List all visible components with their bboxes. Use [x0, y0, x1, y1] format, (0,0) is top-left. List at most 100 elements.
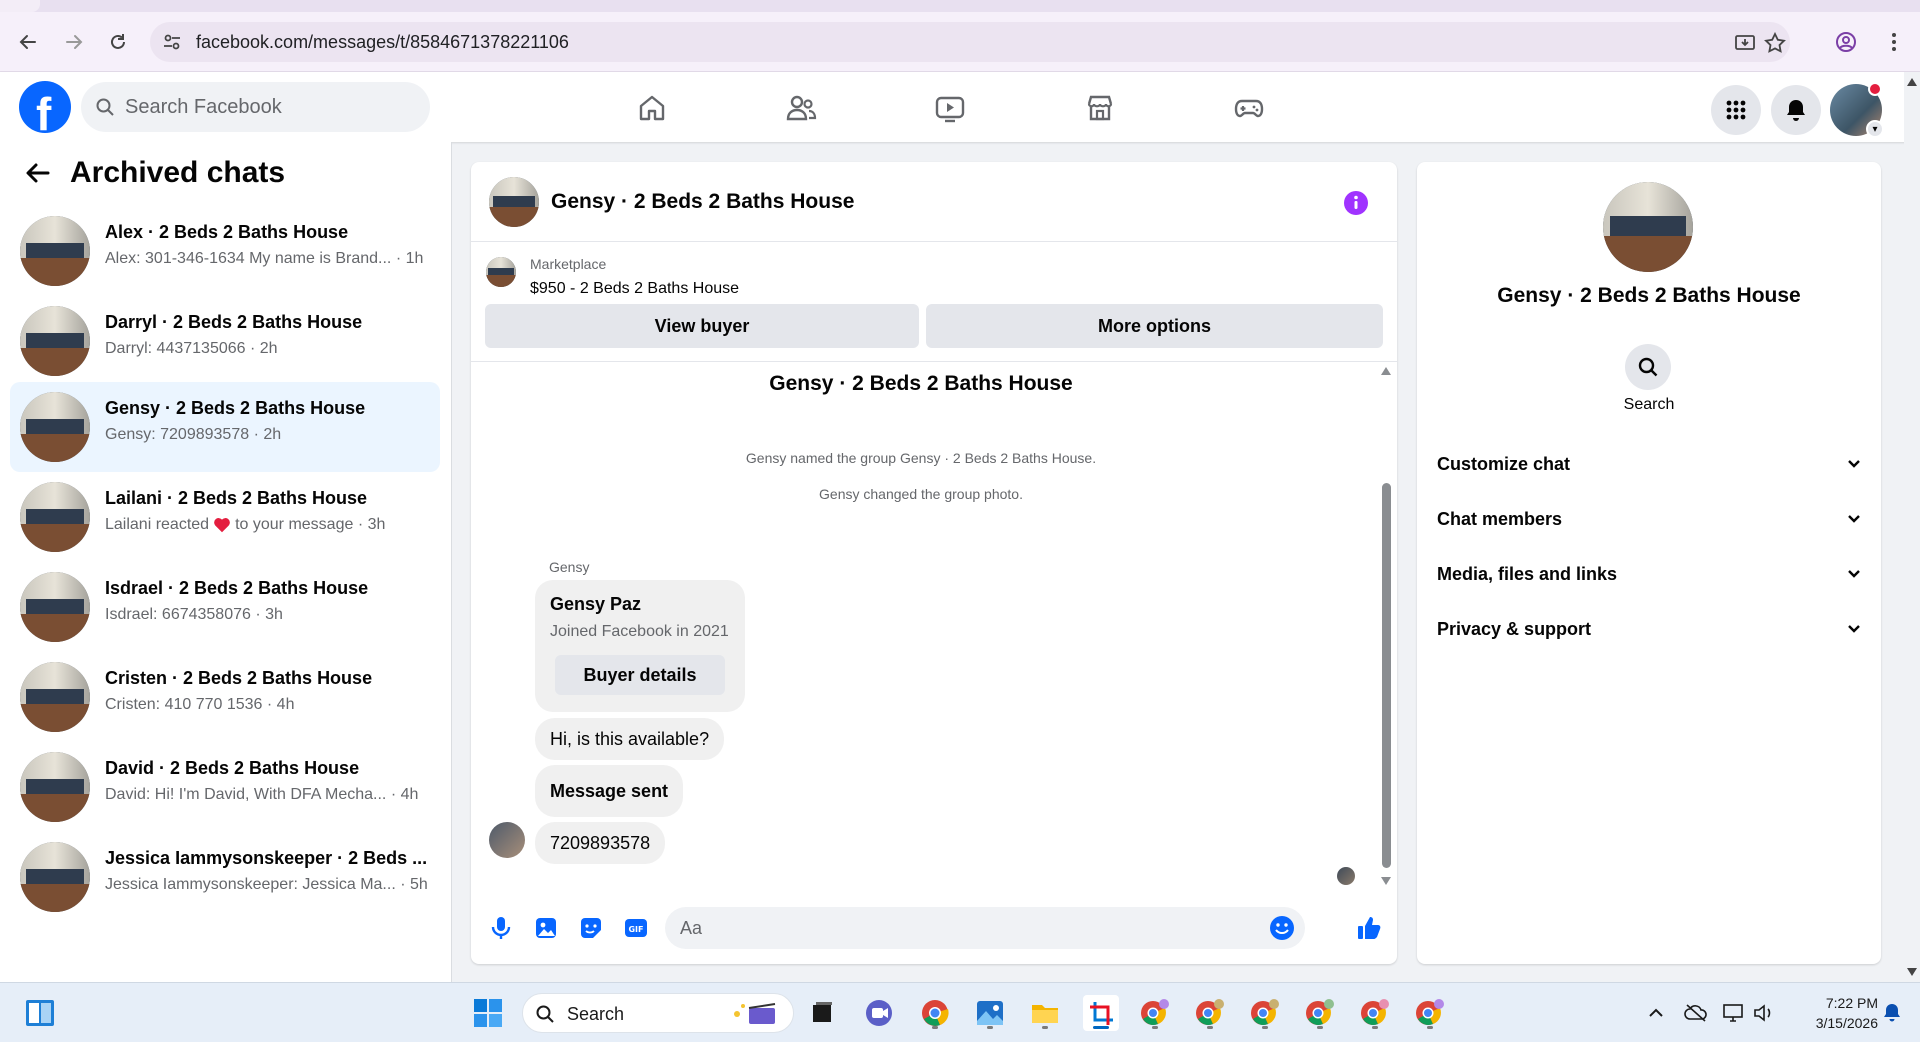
- forward-icon[interactable]: [60, 28, 88, 56]
- chat-name: Darryl · 2 Beds 2 Baths House: [105, 312, 363, 332]
- chat-item-lailani[interactable]: Lailani · 2 Beds 2 Baths House Lailani r…: [10, 472, 440, 562]
- conversation-avatar[interactable]: [489, 177, 539, 227]
- section-label: Customize chat: [1437, 453, 1571, 474]
- message-input[interactable]: Aa: [665, 907, 1305, 949]
- file-explorer-icon[interactable]: [1027, 995, 1063, 1031]
- meet-icon[interactable]: [861, 995, 897, 1031]
- sticker-icon[interactable]: [577, 914, 605, 942]
- chat-item-darryl[interactable]: Darryl · 2 Beds 2 Baths House Darryl: 44…: [10, 296, 440, 386]
- chat-avatar: [20, 662, 90, 732]
- emoji-icon[interactable]: [1269, 915, 1295, 941]
- profile-icon[interactable]: [1832, 28, 1860, 56]
- notification-bell-icon[interactable]: [1880, 1001, 1904, 1025]
- chat-item-david[interactable]: David · 2 Beds 2 Baths House David: Hi! …: [10, 742, 440, 832]
- chat-avatar: [20, 842, 90, 912]
- scroll-down-icon[interactable]: [1381, 877, 1391, 885]
- thumbs-up-icon[interactable]: [1355, 914, 1383, 942]
- chrome-profile-2-icon[interactable]: [1192, 995, 1228, 1031]
- browser-active-tab[interactable]: [0, 0, 40, 12]
- privacy-support-section[interactable]: Privacy & support: [1437, 609, 1861, 649]
- message-bubble[interactable]: 7209893578: [535, 822, 666, 864]
- running-indicator: [987, 1026, 993, 1029]
- chat-avatar: [20, 392, 90, 462]
- scroll-up-icon[interactable]: [1381, 367, 1391, 375]
- buyer-details-button[interactable]: Buyer details: [555, 655, 725, 695]
- install-app-icon[interactable]: [1734, 32, 1756, 54]
- marketplace-nav-icon[interactable]: [1045, 84, 1155, 132]
- chat-preview-text: Gensy: 7209893578: [105, 426, 250, 443]
- listing-thumbnail[interactable]: [486, 257, 516, 287]
- chat-preview: David: Hi! I'm David, With DFA Mecha... …: [105, 786, 418, 804]
- photos-icon[interactable]: [972, 995, 1008, 1031]
- system-clock[interactable]: 7:22 PM 3/15/2026: [1790, 993, 1878, 1033]
- back-icon[interactable]: [14, 28, 42, 56]
- info-icon[interactable]: [1343, 190, 1369, 216]
- customize-chat-section[interactable]: Customize chat: [1437, 444, 1861, 484]
- task-view-icon[interactable]: [804, 995, 840, 1031]
- chat-item-alex[interactable]: Alex · 2 Beds 2 Baths House Alex: 301-34…: [10, 206, 440, 296]
- bookmark-star-icon[interactable]: [1764, 32, 1786, 54]
- chat-item-isdrael[interactable]: Isdrael · 2 Beds 2 Baths House Isdrael: …: [10, 562, 440, 652]
- sender-avatar[interactable]: [489, 822, 525, 858]
- chat-time: · 2h: [253, 426, 282, 443]
- media-files-links-section[interactable]: Media, files and links: [1437, 554, 1861, 594]
- back-arrow-icon[interactable]: [24, 159, 52, 187]
- taskbar-search-input[interactable]: Search: [522, 993, 794, 1033]
- scrollbar-thumb[interactable]: [1382, 483, 1391, 868]
- thread-scrollbar[interactable]: [1379, 367, 1393, 887]
- scroll-down-icon[interactable]: [1907, 968, 1917, 976]
- photo-icon[interactable]: [532, 914, 560, 942]
- facebook-header: f Search Facebook ▾: [0, 72, 1920, 142]
- reload-icon[interactable]: [104, 28, 132, 56]
- gaming-nav-icon[interactable]: [1194, 84, 1304, 132]
- tray-overflow-chevron-up-icon[interactable]: [1644, 1001, 1668, 1025]
- chrome-profile-1-icon[interactable]: [1137, 995, 1173, 1031]
- more-options-button[interactable]: More options: [926, 304, 1383, 348]
- chat-name: Isdrael · 2 Beds 2 Baths House: [105, 578, 369, 598]
- chat-preview-text: Darryl: 4437135066: [105, 340, 246, 357]
- browser-menu-icon[interactable]: [1880, 28, 1908, 56]
- chevron-down-icon: [1848, 515, 1860, 523]
- chat-preview-text: Lailani reacted: [105, 516, 210, 533]
- page-scrollbar[interactable]: [1904, 72, 1920, 982]
- conversation-title[interactable]: Gensy · 2 Beds 2 Baths House: [551, 190, 854, 214]
- browser-tab-strip: [0, 0, 1920, 12]
- cloud-offline-icon[interactable]: [1684, 1001, 1708, 1025]
- message-bubble[interactable]: Hi, is this available?: [535, 718, 725, 760]
- facebook-search-input[interactable]: Search Facebook: [81, 82, 430, 132]
- home-nav-icon[interactable]: [597, 84, 707, 132]
- menu-grid-icon[interactable]: [1711, 85, 1761, 135]
- facebook-logo-icon[interactable]: f: [19, 81, 71, 140]
- listing-title[interactable]: $950 - 2 Beds 2 Baths House: [530, 280, 739, 298]
- message-bubble[interactable]: Message sent: [535, 765, 684, 817]
- chat-info-avatar[interactable]: [1603, 182, 1693, 272]
- volume-icon[interactable]: [1752, 1001, 1776, 1025]
- chat-item-cristen[interactable]: Cristen · 2 Beds 2 Baths House Cristen: …: [10, 652, 440, 742]
- widgets-icon[interactable]: [22, 995, 58, 1031]
- microphone-icon[interactable]: [487, 914, 515, 942]
- chrome-profile-3-icon[interactable]: [1247, 995, 1283, 1031]
- view-buyer-button[interactable]: View buyer: [485, 304, 919, 348]
- account-avatar[interactable]: ▾: [1830, 82, 1884, 138]
- chrome-profile-5-icon[interactable]: [1357, 995, 1393, 1031]
- chat-item-gensy[interactable]: Gensy · 2 Beds 2 Baths House Gensy: 7209…: [10, 382, 440, 472]
- chrome-profile-4-icon[interactable]: [1302, 995, 1338, 1031]
- start-windows-icon[interactable]: [470, 995, 506, 1031]
- chat-item-jessica[interactable]: Jessica Iammysonskeeper · 2 Beds ... Jes…: [10, 832, 440, 922]
- site-settings-icon[interactable]: [162, 32, 182, 52]
- chat-time: · 2h: [250, 340, 278, 357]
- chat-search-button[interactable]: [1625, 344, 1671, 390]
- chrome-icon[interactable]: [917, 995, 953, 1031]
- gif-icon[interactable]: GIF: [622, 914, 650, 942]
- address-bar[interactable]: facebook.com/messages/t/8584671378221106: [150, 22, 1790, 62]
- chat-preview-text: Isdrael: 6674358076: [105, 606, 251, 623]
- url-text[interactable]: facebook.com/messages/t/8584671378221106: [196, 32, 569, 53]
- notifications-bell-icon[interactable]: [1771, 85, 1821, 135]
- scroll-up-icon[interactable]: [1907, 78, 1917, 86]
- network-icon[interactable]: [1722, 1001, 1746, 1025]
- chrome-profile-6-icon[interactable]: [1412, 995, 1448, 1031]
- snipping-tool-icon[interactable]: [1083, 995, 1119, 1031]
- chat-members-section[interactable]: Chat members: [1437, 499, 1861, 539]
- friends-nav-icon[interactable]: [746, 84, 856, 132]
- video-nav-icon[interactable]: [895, 84, 1005, 132]
